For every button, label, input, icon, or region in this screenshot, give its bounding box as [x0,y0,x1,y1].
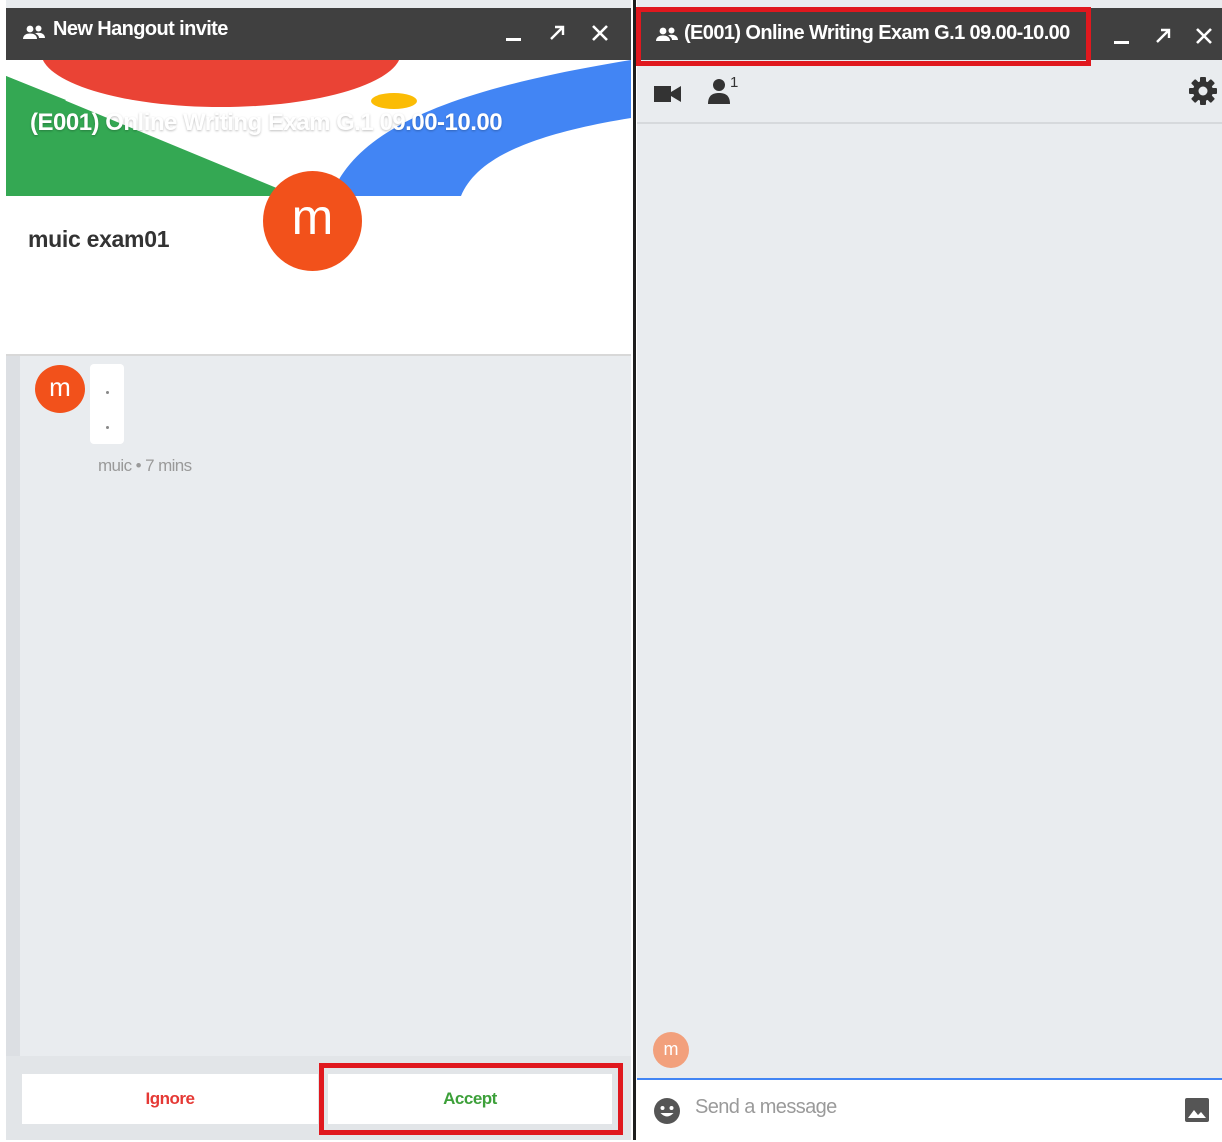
hangout-chat-window: (E001) Online Writing Exam G.1 09.00-10.… [636,0,1222,1142]
participant-avatar: m [653,1032,689,1068]
chat-toolbar: 1 [637,60,1222,124]
message-meta: muic • 7 mins [98,456,192,475]
message-sender-avatar: m [35,365,85,413]
invite-hangout-name: (E001) Online Writing Exam G.1 09.00-10.… [30,109,503,136]
accept-highlight-box [319,1063,623,1135]
minimize-icon[interactable] [503,20,525,44]
image-icon[interactable] [1184,1097,1210,1128]
emoji-icon[interactable] [653,1097,681,1130]
chat-messages-area[interactable] [637,124,1222,1078]
message-input[interactable] [695,1096,1155,1119]
gear-icon[interactable] [1188,76,1218,111]
participants-icon[interactable] [708,78,730,109]
compose-bar [637,1078,1222,1142]
group-people-icon [23,25,45,39]
message-list-margin [6,356,20,1056]
pop-out-icon[interactable] [1152,23,1174,47]
minimize-icon[interactable] [1111,23,1133,47]
participants-count: 1 [730,74,739,91]
message-bubble [90,364,124,444]
close-icon[interactable] [589,20,611,44]
host-avatar: m [263,171,362,271]
ignore-button[interactable]: Ignore [22,1074,318,1124]
host-name: muic exam01 [28,226,170,252]
chat-title-highlight-box [636,7,1091,66]
invite-window-title: New Hangout invite [53,18,228,40]
video-camera-icon[interactable] [654,84,682,109]
invite-titlebar[interactable]: New Hangout invite [6,8,631,60]
window-divider [633,0,636,1140]
close-icon[interactable] [1193,23,1215,47]
hangout-invite-window: New Hangout invite (E001) Online Writing… [6,0,631,1140]
pop-out-icon[interactable] [546,20,568,44]
